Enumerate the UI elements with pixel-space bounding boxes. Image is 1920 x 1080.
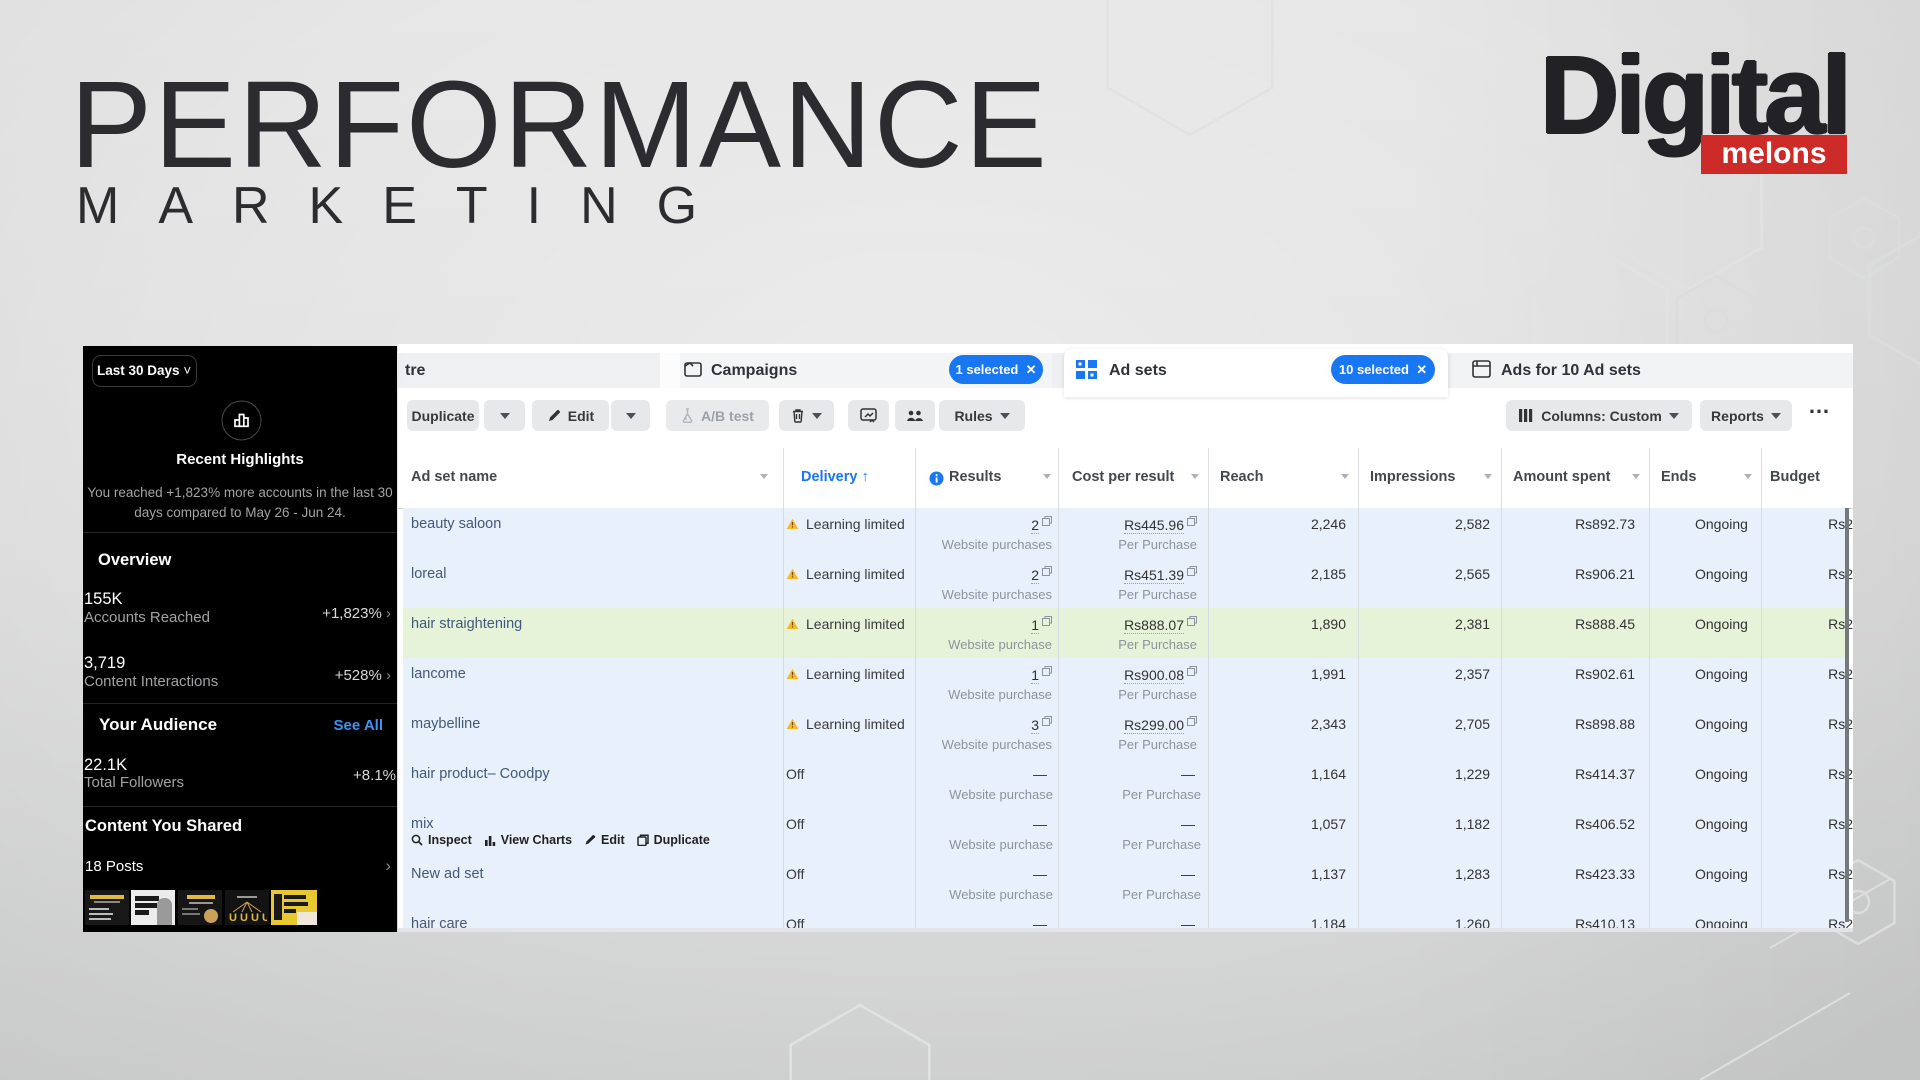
svg-text:U U U U: U U U U: [229, 912, 267, 924]
